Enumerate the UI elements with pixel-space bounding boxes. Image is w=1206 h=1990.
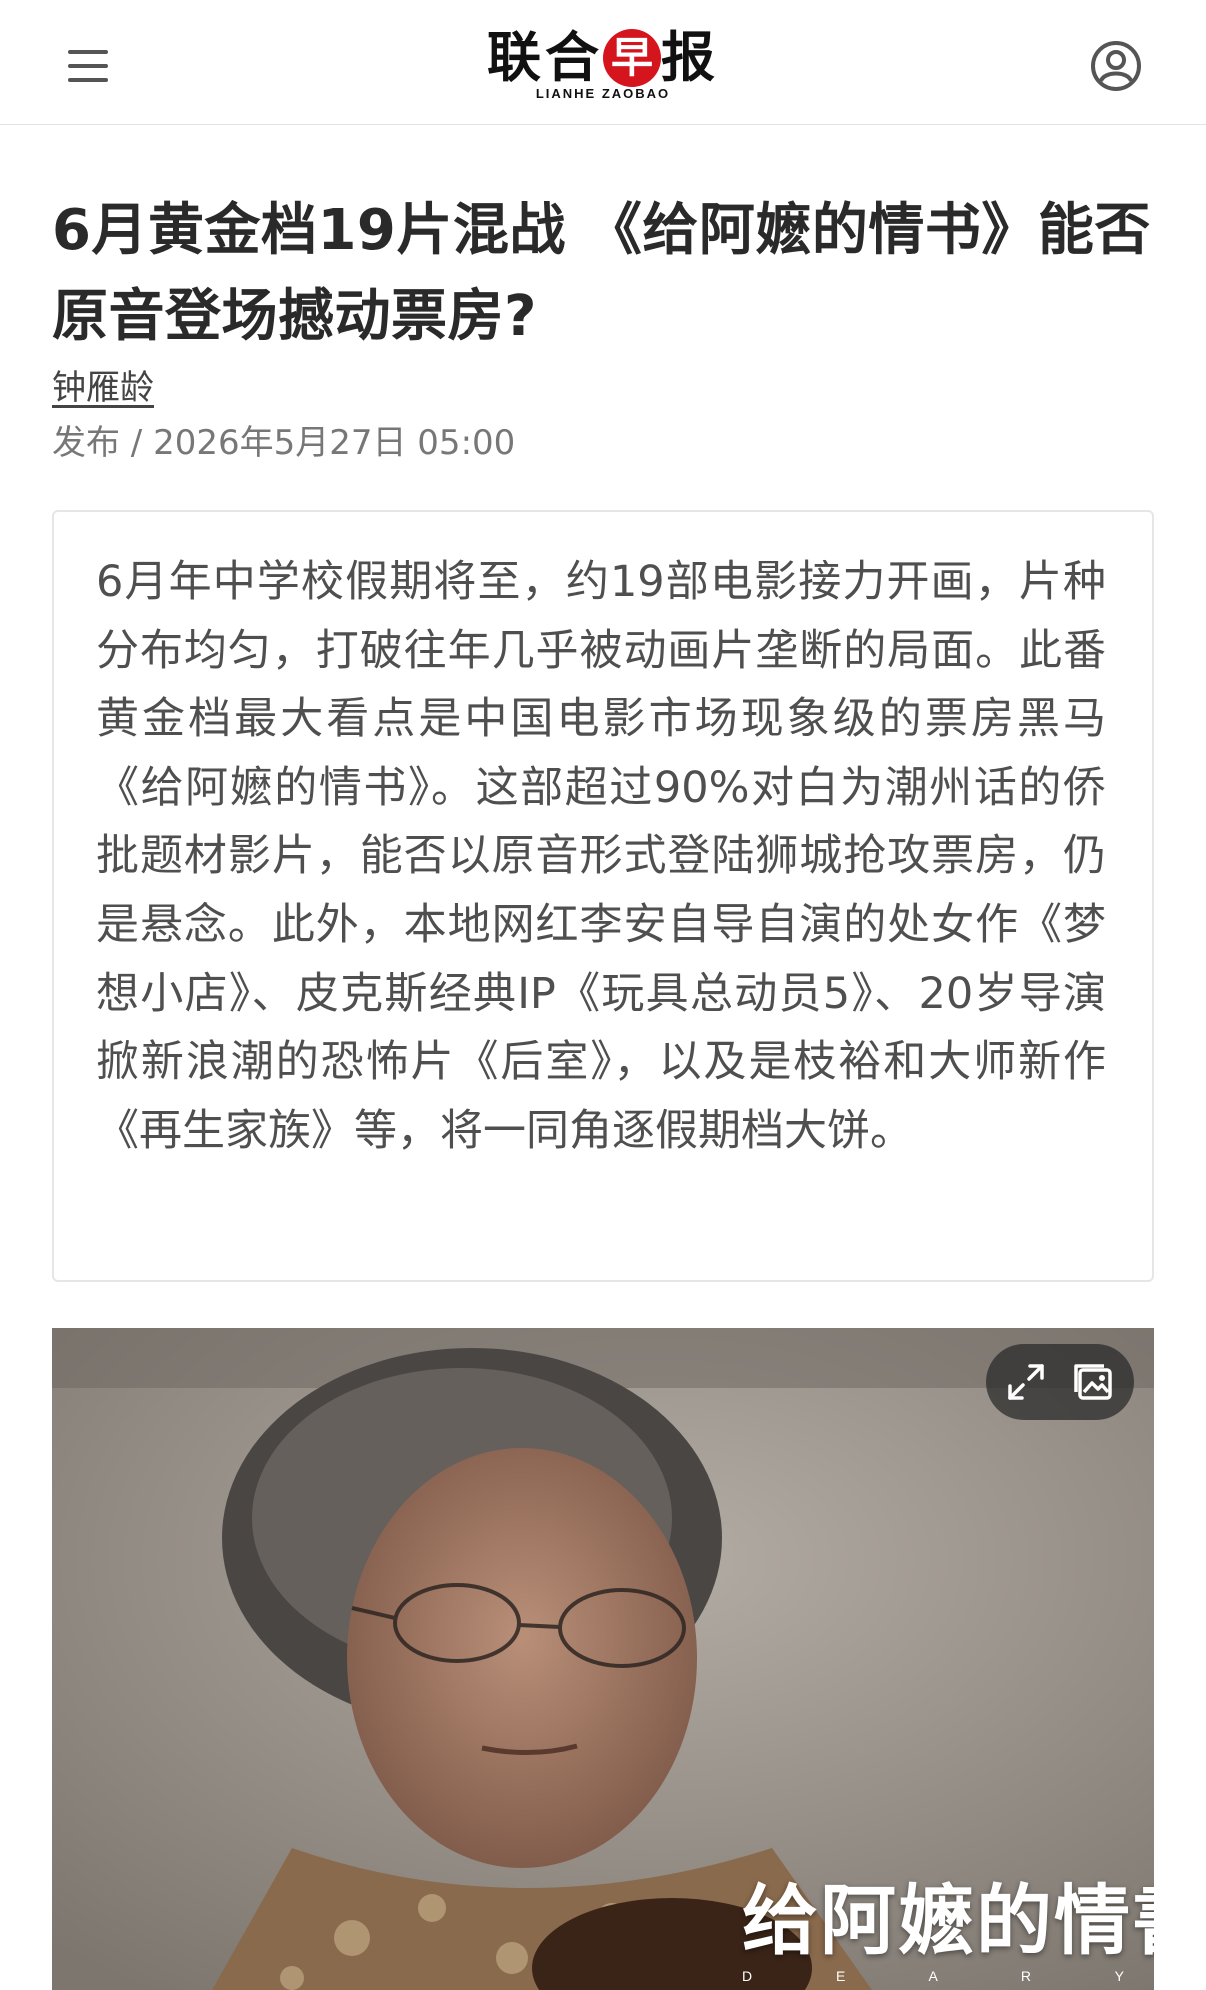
- hamburger-line: [68, 50, 108, 54]
- user-account-icon-graphic: [1091, 41, 1141, 91]
- top-navigation-bar: 联合早报 LIANHE ZAOBAO: [0, 0, 1206, 125]
- summary-text: 6月年中学校假期将至，约19部电影接力开画，片种分布均匀，打破往年几乎被动画片垄…: [96, 557, 1106, 1156]
- author-link[interactable]: 钟雁龄: [52, 364, 154, 412]
- logo-red-character: 早: [603, 29, 661, 87]
- image-controls: [986, 1344, 1134, 1420]
- article-summary-box: 6月年中学校假期将至，约19部电影接力开画，片种分布均匀，打破往年几乎被动画片垄…: [52, 510, 1154, 1282]
- publish-date: 发布 / 2026年5月27日 05:00: [52, 423, 516, 463]
- hamburger-menu-icon[interactable]: [68, 50, 108, 82]
- gallery-icon[interactable]: [1070, 1358, 1118, 1406]
- hamburger-line: [68, 64, 108, 68]
- logo-chinese: 联合早报: [470, 26, 736, 88]
- logo-text-part: 联合: [487, 25, 603, 89]
- article-hero-image[interactable]: 给阿嬷的情書 D E A R Y O U: [52, 1328, 1154, 1990]
- expand-icon-graphic: [1008, 1364, 1044, 1400]
- expand-icon[interactable]: [1002, 1358, 1050, 1406]
- logo-text-part: 报: [661, 25, 719, 89]
- film-subtitle-overlay: D E A R Y O U: [742, 1968, 1154, 1984]
- article-title: 6月黄金档19片混战 《给阿嬷的情书》能否原音登场撼动票房?: [52, 198, 1151, 349]
- hamburger-line: [68, 78, 108, 82]
- film-title-overlay: 给阿嬷的情書: [742, 1876, 1154, 1965]
- user-account-icon[interactable]: [1090, 40, 1142, 92]
- gallery-icon-graphic: [1074, 1364, 1112, 1400]
- site-logo[interactable]: 联合早报 LIANHE ZAOBAO: [470, 26, 736, 112]
